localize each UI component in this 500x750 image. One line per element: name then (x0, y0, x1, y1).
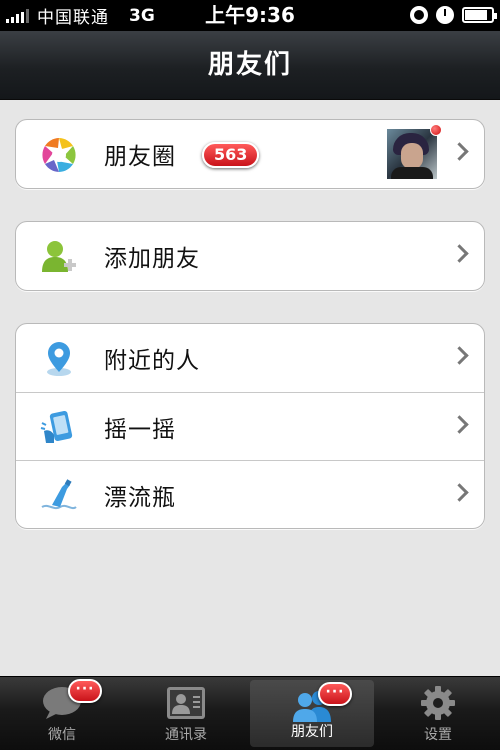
network-type: 3G (129, 5, 155, 26)
tab-contacts-label: 通讯录 (165, 727, 207, 743)
tab-chats[interactable]: ··· 微信 (0, 677, 124, 750)
tab-contacts[interactable]: 通讯录 (124, 677, 248, 750)
alarm-icon (436, 6, 454, 24)
carrier-name: 中国联通 (37, 8, 109, 28)
add-friend-group: 添加朋友 (15, 221, 485, 291)
bottle-label: 漂流瓶 (104, 484, 176, 511)
tab-settings[interactable]: 设置 (376, 677, 500, 750)
shake-phone-icon (40, 410, 73, 443)
friends-badge: ··· (318, 682, 352, 706)
page-title: 朋友们 (207, 50, 292, 80)
gear-icon (421, 686, 455, 720)
tab-settings-label: 设置 (424, 727, 452, 743)
tab-friends[interactable]: ··· 朋友们 (250, 680, 374, 747)
moments-label: 朋友圈 (104, 144, 176, 170)
tab-bar: ··· 微信 通讯录 ··· 朋友们 设置 (0, 676, 500, 750)
add-friend-icon (42, 241, 76, 272)
moments-aperture-icon (42, 138, 76, 172)
moments-latest-avatar (387, 129, 437, 179)
row-moments[interactable]: 朋友圈 563 (16, 120, 484, 188)
moments-count-badge: 563 (202, 142, 260, 168)
moments-group: 朋友圈 563 (15, 119, 485, 189)
discover-group: 附近的人 摇一摇 漂流瓶 (15, 323, 485, 529)
row-add-friend[interactable]: 添加朋友 (16, 222, 484, 290)
nav-bar: 朋友们 (0, 31, 500, 100)
add-friend-label: 添加朋友 (104, 246, 200, 272)
nearby-label: 附近的人 (104, 348, 200, 374)
new-update-dot (430, 124, 442, 136)
tab-chats-label: 微信 (48, 727, 76, 743)
chevron-right-icon (450, 483, 469, 502)
battery-icon (462, 7, 497, 23)
location-pin-icon (47, 342, 71, 376)
chevron-right-icon (450, 346, 469, 365)
contacts-card-icon (167, 687, 205, 719)
chevron-right-icon (450, 415, 469, 434)
row-bottle[interactable]: 漂流瓶 (16, 460, 484, 528)
chevron-right-icon (450, 244, 469, 263)
row-shake[interactable]: 摇一摇 (16, 392, 484, 460)
drift-bottle-icon (41, 479, 77, 510)
orientation-lock-icon (410, 6, 428, 24)
row-nearby[interactable]: 附近的人 (16, 324, 484, 392)
shake-label: 摇一摇 (104, 416, 176, 443)
signal-icon (6, 8, 29, 23)
chevron-right-icon (450, 142, 469, 161)
chats-badge: ··· (68, 679, 102, 703)
status-bar: 中国联通 3G 上午9:36 (0, 0, 500, 31)
tab-friends-label: 朋友们 (291, 724, 333, 740)
